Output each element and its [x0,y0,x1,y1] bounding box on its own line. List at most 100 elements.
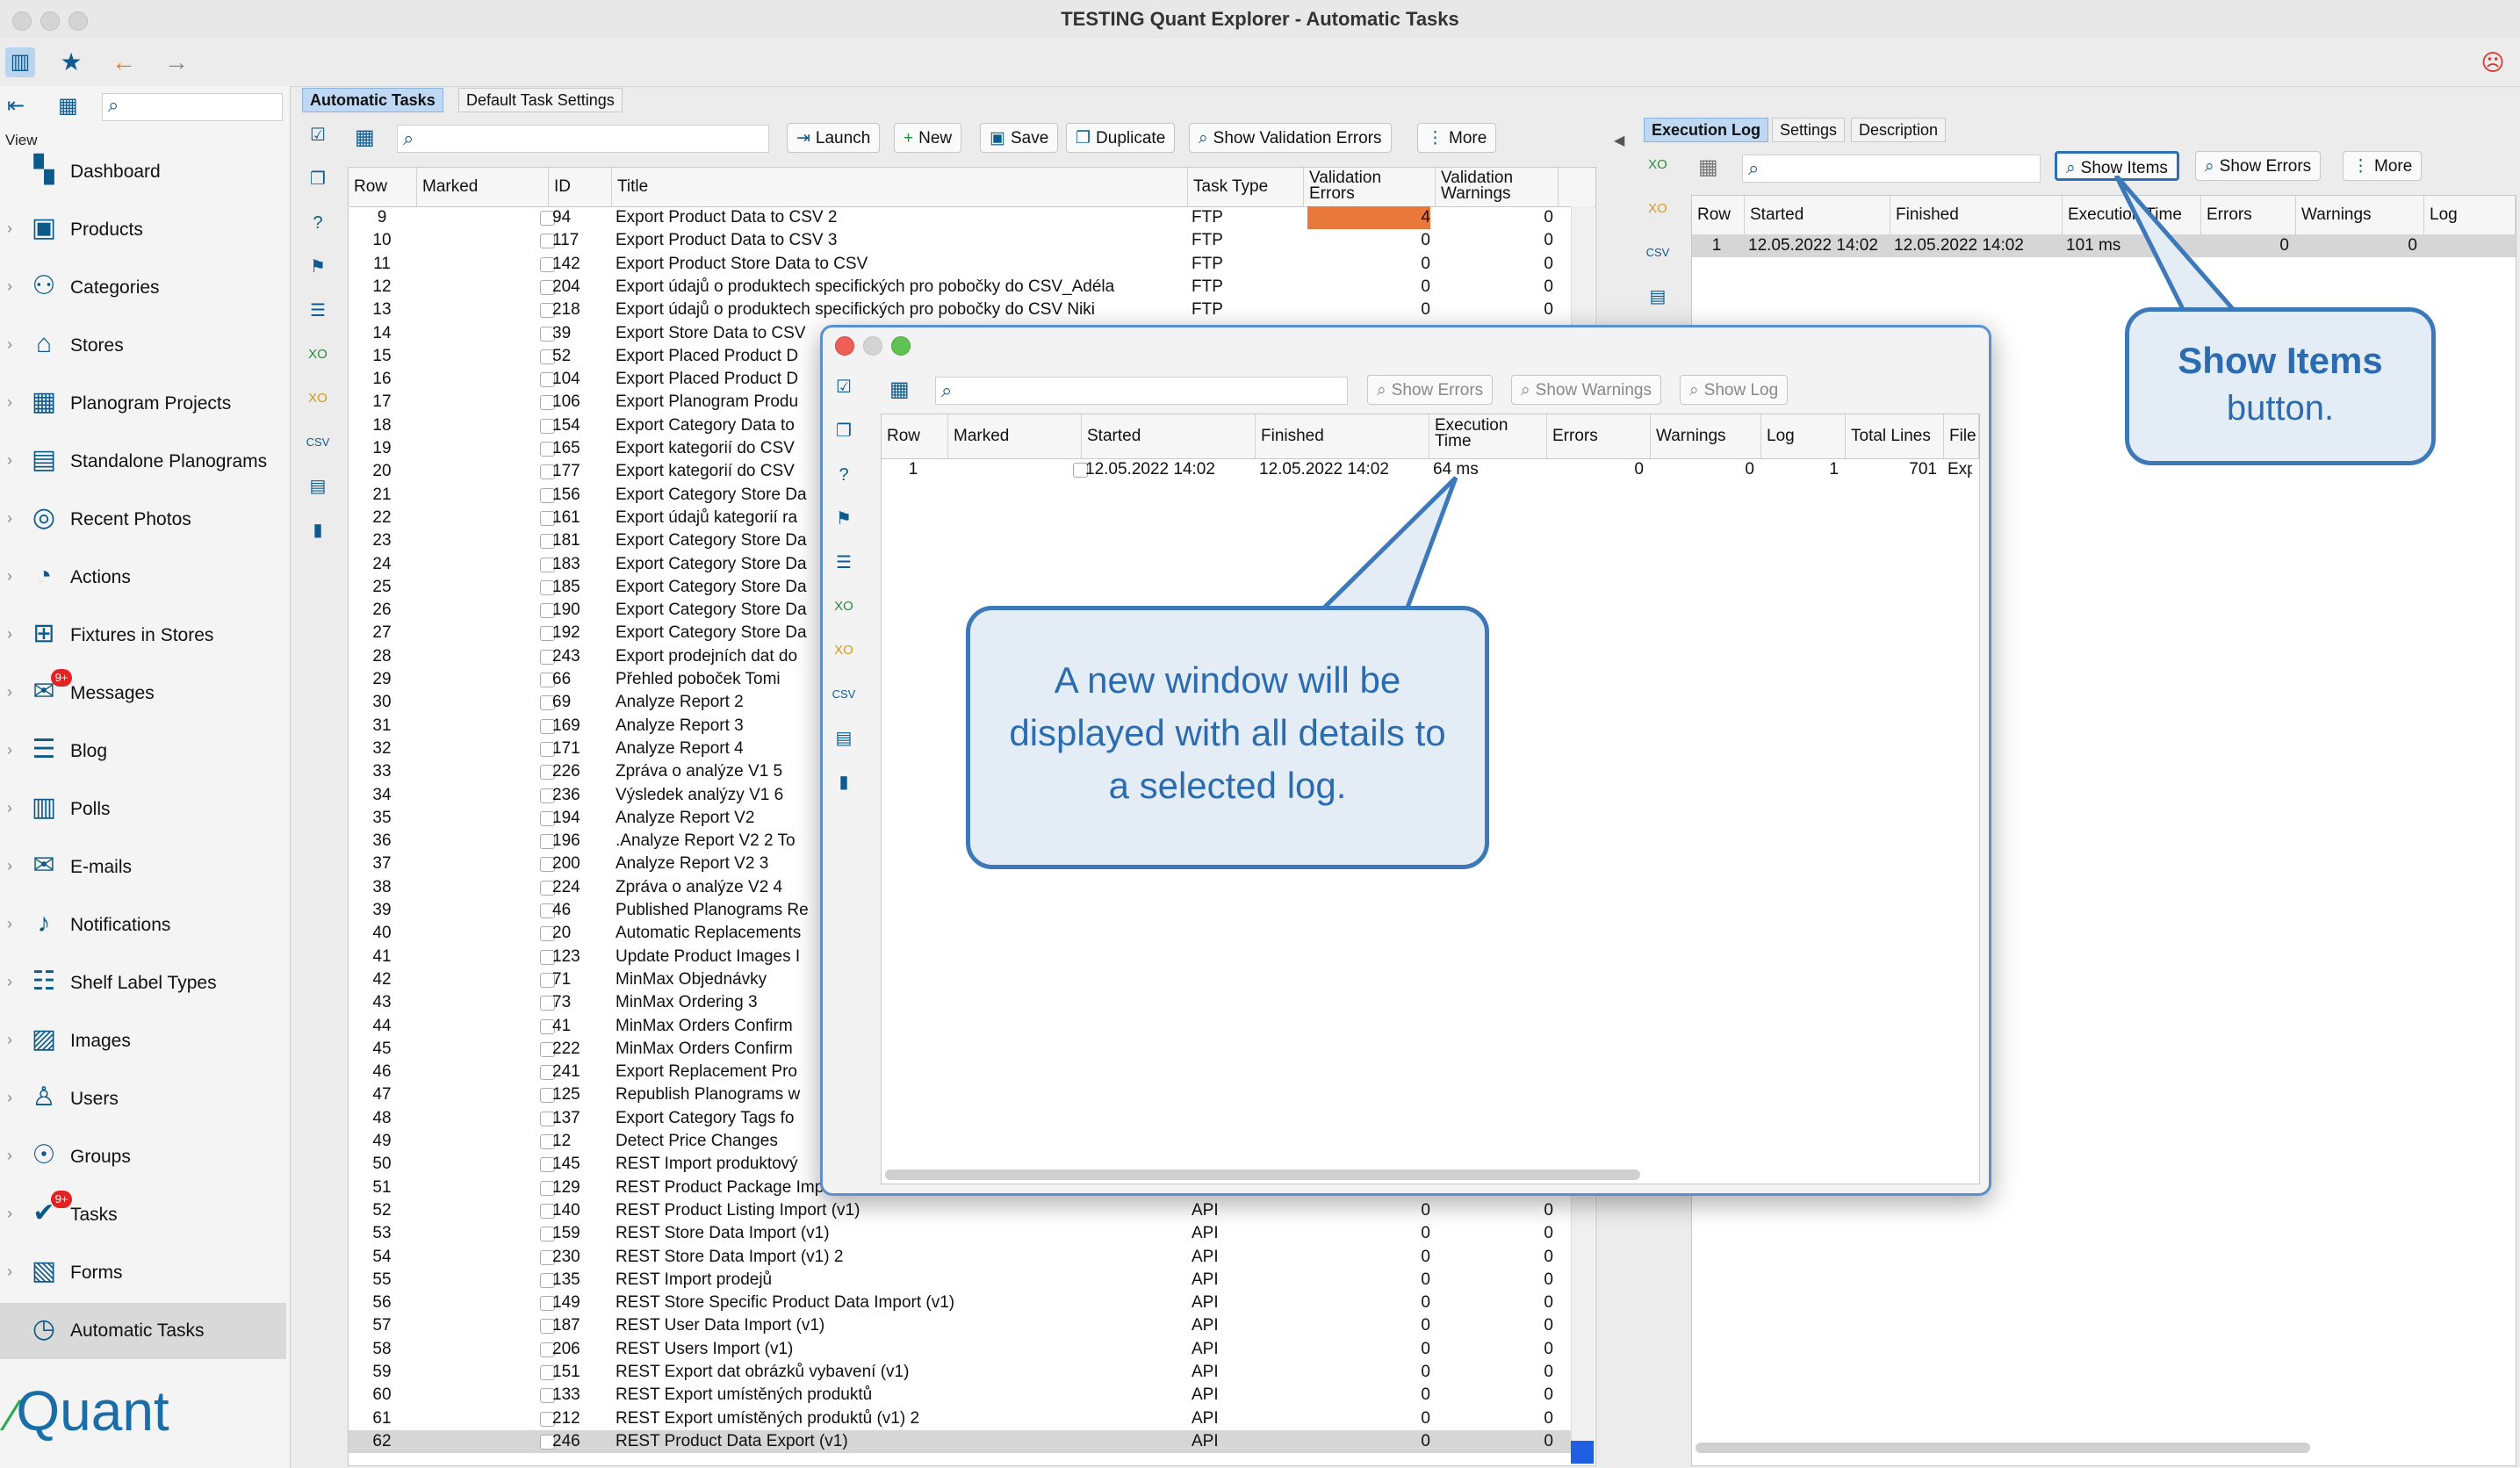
column-settings-icon[interactable]: ▦ [355,125,375,150]
csv-icon[interactable]: CSV [306,430,330,455]
log-search-input[interactable]: ⌕ [1742,155,2041,183]
sidebar-item-notifications[interactable]: › ♪ Notifications [0,897,286,953]
dialog-select-all-icon[interactable]: ☑ [832,375,856,399]
sidebar-item-fixtures-in-stores[interactable]: › ⊞ Fixtures in Stores [0,608,286,664]
dialog-minimize-button[interactable] [863,336,882,356]
new-button[interactable]: + New [894,123,962,153]
forward-arrow-icon[interactable]: → [162,47,191,77]
dialog-column-header[interactable]: Total Lines [1846,414,1944,458]
sidebar-item-images[interactable]: › ▨ Images [0,1013,286,1069]
xo-icon[interactable]: XO [306,342,330,367]
dialog-copy-icon[interactable]: ❐ [832,419,856,443]
sidebar-item-dashboard[interactable]: ▚ Dashboard [0,144,286,200]
log-column-header[interactable]: Warnings [2296,196,2424,234]
duplicate-button[interactable]: ❐ Duplicate [1066,123,1176,153]
sidebar-item-shelf-label-types[interactable]: › ☷ Shelf Label Types [0,955,286,1011]
column-header[interactable]: Validation Warnings [1436,168,1559,206]
dialog-column-header[interactable]: Errors [1547,414,1651,458]
chart-icon[interactable]: ▮ [306,518,330,543]
dialog-show-warnings-button[interactable]: ⌕ Show Warnings [1511,375,1661,405]
tab-description[interactable]: Description [1851,118,1947,142]
sidebar-item-e-mails[interactable]: › ✉ E-mails [0,839,286,896]
column-header[interactable]: Title [612,168,1188,206]
table-row[interactable]: 9 94 Export Product Data to CSV 2 FTP 4 0 [349,206,1571,229]
sidebar-toggle-icon[interactable]: ▥ [5,47,35,77]
help-icon[interactable]: ? [306,211,330,235]
sidebar-item-polls[interactable]: › ▥ Polls [0,781,286,838]
sidebar-item-categories[interactable]: › ⚇ Categories [0,260,286,316]
tab-execution-log[interactable]: Execution Log [1644,118,1769,142]
back-arrow-icon[interactable]: ← [109,47,139,77]
copy-icon[interactable]: ❐ [306,167,330,191]
dialog-column-header[interactable]: Execution Time [1429,414,1547,458]
launch-flag-icon[interactable]: ⚑ [306,255,330,279]
dialog-close-button[interactable] [835,336,854,356]
dialog-column-header[interactable]: Warnings [1651,414,1761,458]
table-row[interactable]: 10 117 Export Product Data to CSV 3 FTP 0 0 [349,229,1571,252]
log-column-header[interactable]: Row [1692,196,1745,234]
table-row[interactable]: 58 206 REST Users Import (v1) API 0 0 [349,1338,1571,1361]
collapse-left-icon[interactable]: ◀ [1614,132,1624,149]
table-row[interactable]: 52 140 REST Product Listing Import (v1) API… [349,1199,1571,1222]
task-search-input[interactable]: ⌕ [397,125,769,153]
dialog-zoom-button[interactable] [891,336,911,356]
sidebar-item-products[interactable]: › ▣ Products [0,202,286,258]
dialog-horizontal-scrollbar[interactable] [885,1169,1640,1180]
table-row[interactable]: 57 187 REST User Data Import (v1) API 0 0 [349,1314,1571,1337]
xo-orange-icon[interactable]: XO [306,386,330,411]
xo-orange-detail-icon[interactable]: XO [1645,197,1670,221]
dialog-column-header[interactable]: Finished [1256,414,1429,458]
dialog-xo-orange-icon[interactable]: XO [832,638,856,663]
more-button[interactable]: ⋮ More [1417,123,1497,153]
dialog-table-export-icon[interactable]: ▤ [832,726,856,751]
sidebar-item-forms[interactable]: › ▧ Forms [0,1245,286,1301]
column-header[interactable]: ID [549,168,612,206]
sidebar-settings-icon[interactable]: ▦ [58,93,78,119]
table-row[interactable]: 11 142 Export Product Store Data to CSV FTP… [349,253,1571,276]
tab-default-task-settings[interactable]: Default Task Settings [458,88,623,112]
detail-more-button[interactable]: ⋮ More [2343,151,2423,181]
tab-automatic-tasks[interactable]: Automatic Tasks [302,88,443,112]
dialog-column-header[interactable]: Row [882,414,948,458]
sidebar-item-users[interactable]: › ♙ Users [0,1071,286,1127]
dialog-list-icon[interactable]: ☰ [832,550,856,575]
scroll-thumb[interactable] [1571,1441,1594,1464]
favorites-star-icon[interactable]: ★ [56,47,86,77]
dialog-help-icon[interactable]: ? [832,463,856,487]
sidebar-item-standalone-planograms[interactable]: › ▤ Standalone Planograms [0,434,286,490]
dialog-show-log-button[interactable]: ⌕ Show Log [1680,375,1789,405]
sidebar-item-tasks[interactable]: › ✔ Tasks 9+ [0,1187,286,1243]
dialog-column-header[interactable]: Marked [948,414,1082,458]
table-row[interactable]: 55 135 REST Import prodejů API 0 0 [349,1269,1571,1292]
table-row[interactable]: 56 149 REST Store Specific Product Data Im… [349,1292,1571,1314]
table-row[interactable]: 54 230 REST Store Data Import (v1) 2 API 0 0 [349,1246,1571,1269]
dialog-column-header[interactable]: File [1944,414,1979,458]
dialog-column-header[interactable]: Log [1761,414,1846,458]
log-column-header[interactable]: Started [1745,196,1890,234]
log-column-header[interactable]: Finished [1890,196,2063,234]
table-row[interactable]: 12 204 Export údajů o produktech specifick… [349,276,1571,299]
table-row[interactable]: 53 159 REST Store Data Import (v1) API 0 0 [349,1222,1571,1245]
list-icon[interactable]: ☰ [306,299,330,323]
column-header[interactable]: Marked [417,168,549,206]
sidebar-item-planogram-projects[interactable]: › ▦ Planogram Projects [0,376,286,432]
dialog-csv-icon[interactable]: CSV [832,682,856,707]
dialog-xo-icon[interactable]: XO [832,594,856,619]
dialog-flag-icon[interactable]: ⚑ [832,507,856,531]
log-column-header[interactable]: Log [2424,196,2516,234]
horizontal-scrollbar[interactable] [1696,1443,2310,1453]
status-face-icon[interactable]: ☹ [2478,47,2508,77]
column-header[interactable]: Row [349,168,417,206]
sidebar-item-automatic-tasks[interactable]: ◷ Automatic Tasks [0,1303,286,1359]
detail-column-settings-icon[interactable]: ▦ [1698,155,1718,180]
collapse-sidebar-icon[interactable]: ⇤ [7,93,25,119]
table-row[interactable]: 59 151 REST Export dat obrázků vybavení (v… [349,1361,1571,1384]
column-header[interactable]: Task Type [1188,168,1304,206]
table-row[interactable]: 61 212 REST Export umístěných produktů (v1… [349,1407,1571,1430]
table-row[interactable]: 13 218 Export údajů o produktech specifick… [349,299,1571,321]
table-row[interactable]: 60 133 REST Export umístěných produktů API 0… [349,1384,1571,1407]
dialog-column-settings-icon[interactable]: ▦ [889,377,910,402]
sidebar-item-stores[interactable]: › ⌂ Stores [0,318,286,374]
table-export-icon[interactable]: ▤ [306,474,330,499]
csv-detail-icon[interactable]: CSV [1645,241,1670,265]
